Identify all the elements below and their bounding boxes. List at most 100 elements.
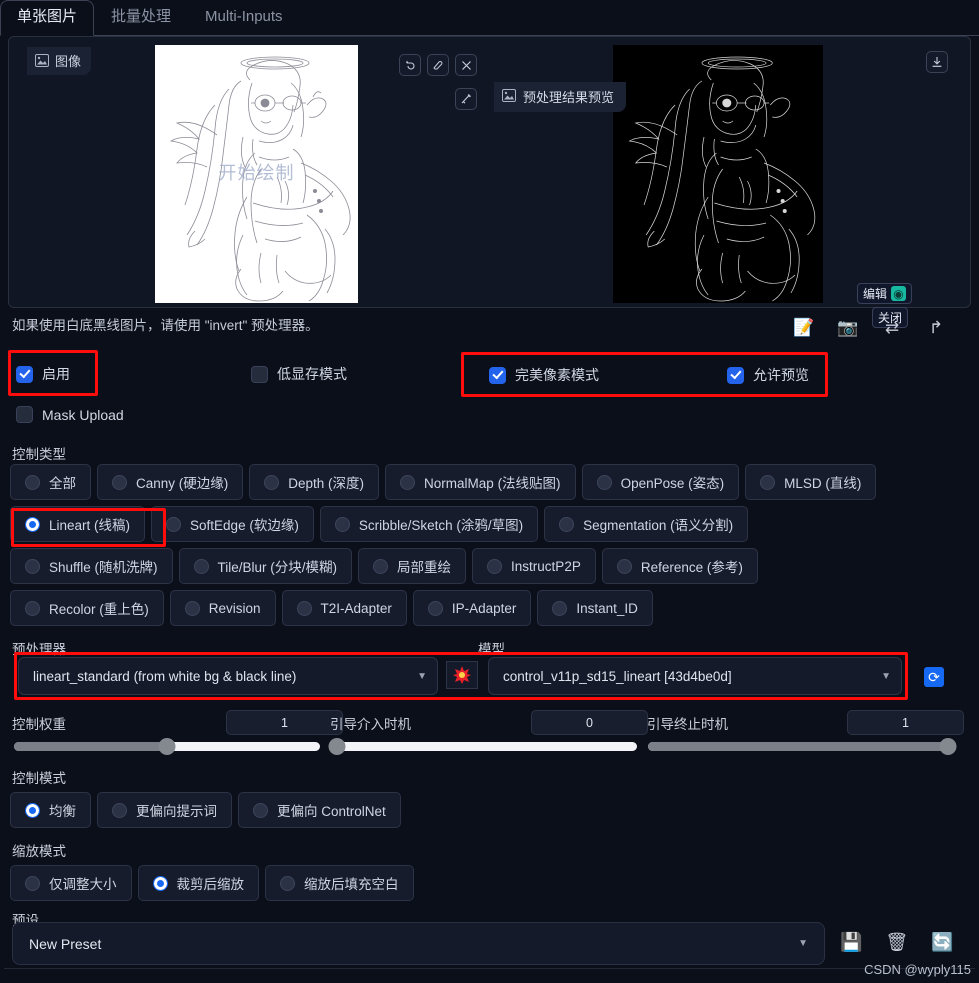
checkbox-low-vram[interactable]: 低显存模式 <box>251 364 347 384</box>
checkbox-mask-upload[interactable]: Mask Upload <box>16 406 124 423</box>
trash-icon[interactable]: 🗑 <box>885 932 908 953</box>
checkbox-pixel-perfect[interactable]: 完美像素模式 <box>489 365 599 385</box>
control-type-instructp2p[interactable]: InstructP2P <box>472 548 596 584</box>
slider-value-start[interactable]: 0 <box>531 710 648 735</box>
note-edit-icon[interactable]: 📝 <box>793 318 815 338</box>
control-type-canny[interactable]: Canny (硬边缘) <box>97 464 244 500</box>
control-type-row: Recolor (重上色) Revision T2I-Adapter IP-Ad… <box>10 590 940 626</box>
control-type-recolor[interactable]: Recolor (重上色) <box>10 590 164 626</box>
control-type-label-text: SoftEdge (软边缘) <box>190 518 299 533</box>
slider-thumb[interactable] <box>328 738 346 755</box>
checkbox-allow-preview[interactable]: 允许预览 <box>727 365 809 385</box>
radio-dot <box>112 802 127 818</box>
checkbox-box[interactable] <box>727 366 744 384</box>
slider-value-weight[interactable]: 1 <box>226 710 343 735</box>
tab-batch[interactable]: 批量处理 <box>94 0 188 36</box>
control-type-mlsd[interactable]: MLSD (直线) <box>745 464 877 500</box>
preprocessor-dropdown[interactable]: lineart_standard (from white bg & black … <box>18 657 438 695</box>
control-type-row: 全部 Canny (硬边缘) Depth (深度) NormalMap (法线贴… <box>10 464 940 500</box>
slider-label-start: 引导介入时机 <box>330 717 411 732</box>
model-value: control_v11p_sd15_lineart [43d4be0d] <box>503 668 732 684</box>
slider-track-end[interactable] <box>648 738 957 755</box>
control-mode-prompt[interactable]: 更偏向提示词 <box>97 792 232 828</box>
save-icon[interactable]: 💾 <box>840 932 862 953</box>
radio-dot <box>427 600 443 616</box>
burst-icon <box>453 666 471 684</box>
control-type-label-text: Recolor (重上色) <box>49 602 149 617</box>
checkbox-label: 低显存模式 <box>277 366 347 382</box>
refresh-icon[interactable]: 🔄 <box>931 932 953 953</box>
control-type-normalmap[interactable]: NormalMap (法线贴图) <box>385 464 576 500</box>
control-mode-balanced[interactable]: 均衡 <box>10 792 91 828</box>
resize-mode-label-text: 裁剪后缩放 <box>176 877 245 892</box>
control-type-shuffle[interactable]: Shuffle (随机洗牌) <box>10 548 173 584</box>
run-preprocessor-button[interactable] <box>446 661 478 689</box>
control-mode-label-text: 均衡 <box>49 804 76 819</box>
control-type-ip-adapter[interactable]: IP-Adapter <box>412 590 532 626</box>
control-mode-row: 均衡 更偏向提示词 更偏向 ControlNet <box>10 792 940 828</box>
preset-dropdown[interactable]: New Preset ▼ <box>12 922 825 965</box>
checkbox-box[interactable] <box>16 365 33 383</box>
download-button[interactable] <box>926 51 948 73</box>
control-type-reference[interactable]: Reference (参考) <box>601 548 758 584</box>
model-dropdown[interactable]: control_v11p_sd15_lineart [43d4be0d] ▼ <box>488 657 902 695</box>
control-type-all[interactable]: 全部 <box>10 464 91 500</box>
control-type-label-text: Reference (参考) <box>640 560 743 575</box>
slider-thumb[interactable] <box>158 738 176 755</box>
control-type-row: Lineart (线稿) SoftEdge (软边缘) Scribble/Ske… <box>10 506 940 542</box>
checkbox-box[interactable] <box>489 366 506 384</box>
radio-dot <box>166 516 182 532</box>
source-image[interactable]: 开始绘制 <box>155 45 358 303</box>
control-type-lineart[interactable]: Lineart (线稿) <box>10 506 146 542</box>
checkbox-enable[interactable]: 启用 <box>16 364 70 384</box>
control-type-tile-blur[interactable]: Tile/Blur (分块/模糊) <box>178 548 353 584</box>
checkbox-box[interactable] <box>251 365 268 383</box>
tab-label: Multi-Inputs <box>205 8 283 25</box>
radio-dot <box>152 875 168 891</box>
slider-track-start[interactable] <box>328 738 637 755</box>
control-type-softedge[interactable]: SoftEdge (软边缘) <box>151 506 314 542</box>
send-to-icon[interactable]: ↱ <box>925 318 947 338</box>
preview-image[interactable] <box>613 45 823 303</box>
slider-label-end: 引导终止时机 <box>647 717 728 732</box>
eraser-button[interactable] <box>427 54 449 76</box>
camera-icon[interactable]: 📷 <box>837 318 859 338</box>
slider-thumb[interactable] <box>939 738 957 755</box>
resize-mode-just-resize[interactable]: 仅调整大小 <box>10 865 132 901</box>
chevron-down-icon: ▼ <box>417 670 427 682</box>
control-type-t2i-adapter[interactable]: T2I-Adapter <box>281 590 407 626</box>
control-type-segmentation[interactable]: Segmentation (语义分割) <box>544 506 749 542</box>
undo-button[interactable] <box>399 54 421 76</box>
control-type-revision[interactable]: Revision <box>169 590 276 626</box>
image-panel: 图像 开始绘制 预处理结果预览 编辑 ◉ 关闭 <box>8 36 971 328</box>
control-type-scribble[interactable]: Scribble/Sketch (涂鸦/草图) <box>319 506 539 542</box>
close-canvas-button[interactable] <box>455 54 477 76</box>
resize-mode-crop-and-resize[interactable]: 裁剪后缩放 <box>137 865 259 901</box>
tab-multi-inputs[interactable]: Multi-Inputs <box>188 0 300 36</box>
checkbox-box[interactable] <box>16 406 33 423</box>
swap-icon[interactable]: ⇄ <box>881 318 903 338</box>
brush-button[interactable] <box>455 88 477 110</box>
tab-single-image[interactable]: 单张图片 <box>0 0 95 36</box>
control-type-label-text: Lineart (线稿) <box>49 518 131 533</box>
control-type-label-text: Shuffle (随机洗牌) <box>49 560 158 575</box>
control-mode-controlnet[interactable]: 更偏向 ControlNet <box>238 792 401 828</box>
slider-value-end[interactable]: 1 <box>847 710 964 735</box>
control-type-label-text: Canny (硬边缘) <box>136 476 229 491</box>
invert-hint-text: 如果使用白底黑线图片，请使用 "invert" 预处理器。 <box>12 318 319 333</box>
radio-dot <box>596 474 612 490</box>
control-type-inpaint[interactable]: 局部重绘 <box>358 548 467 584</box>
resize-mode-resize-and-fill[interactable]: 缩放后填充空白 <box>265 865 414 901</box>
slider-track-weight[interactable] <box>14 738 320 755</box>
lineart-preview-drawing <box>613 45 823 303</box>
radio-dot <box>193 558 209 574</box>
edit-button[interactable]: 编辑 ◉ <box>856 283 912 304</box>
radio-dot <box>25 474 40 490</box>
control-type-depth[interactable]: Depth (深度) <box>249 464 380 500</box>
control-type-openpose[interactable]: OpenPose (姿态) <box>581 464 740 500</box>
refresh-models-button[interactable]: ⟳ <box>924 667 944 687</box>
control-type-instant-id[interactable]: Instant_ID <box>537 590 653 626</box>
chevron-down-icon: ▼ <box>798 938 808 949</box>
radio-dot <box>25 558 40 574</box>
tab-label: 批量处理 <box>111 8 172 25</box>
